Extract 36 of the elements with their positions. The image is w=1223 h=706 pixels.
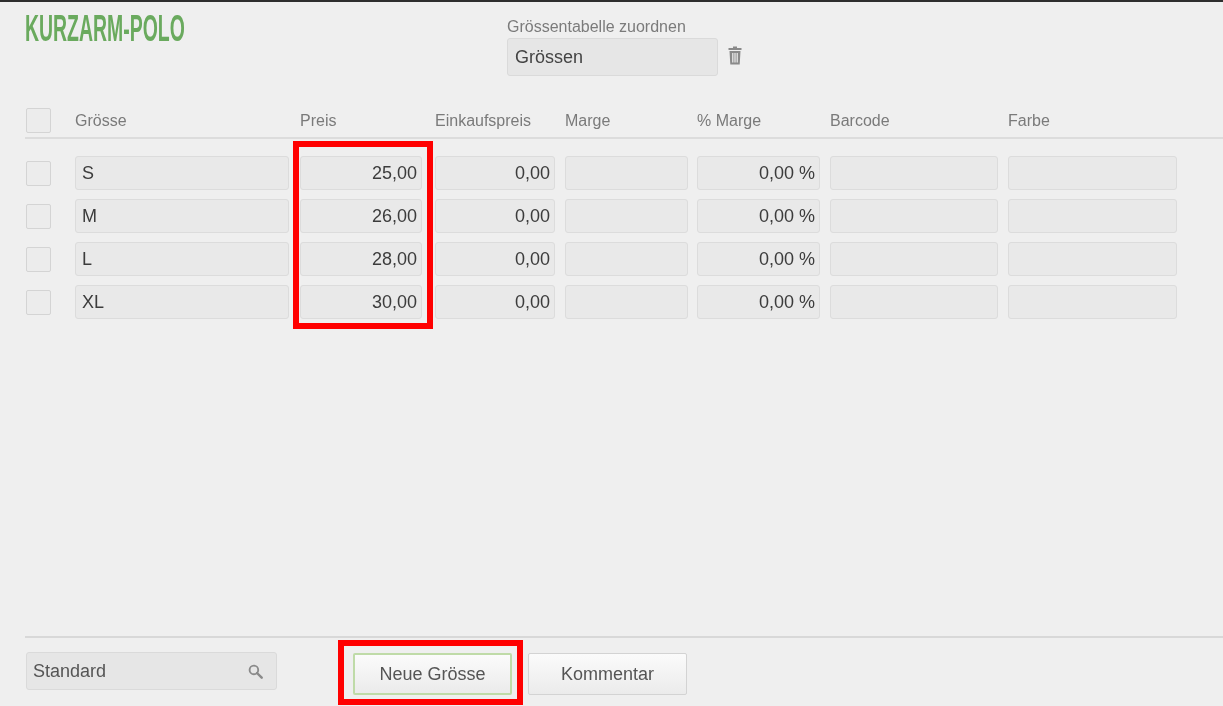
- input-field[interactable]: 0,00 %: [697, 199, 820, 233]
- checkbox[interactable]: [26, 160, 51, 186]
- column-header: % Marge: [697, 111, 762, 130]
- search-field[interactable]: Standard: [26, 652, 277, 690]
- column-header: Marge: [565, 111, 611, 130]
- input-field[interactable]: 0,00: [435, 242, 555, 276]
- column-header: Preis: [300, 111, 337, 130]
- input-field[interactable]: M: [75, 199, 289, 233]
- input-field[interactable]: 25,00: [300, 156, 422, 190]
- input-field[interactable]: L: [75, 242, 289, 276]
- input-field[interactable]: 0,00: [435, 199, 555, 233]
- checkbox[interactable]: [26, 246, 51, 272]
- size-table-label: Grössentabelle zuordnen: [507, 17, 686, 37]
- input-field[interactable]: 28,00: [300, 242, 422, 276]
- checkbox[interactable]: [26, 203, 51, 229]
- trash-icon[interactable]: [728, 46, 742, 65]
- input-field[interactable]: XL: [75, 285, 289, 319]
- action-button[interactable]: Kommentar: [528, 653, 687, 695]
- column-header: Barcode: [830, 111, 890, 130]
- checkbox[interactable]: [26, 289, 51, 315]
- column-header: Farbe: [1008, 111, 1050, 130]
- input-field[interactable]: 0,00: [435, 156, 555, 190]
- action-button[interactable]: Neue Grösse: [353, 653, 512, 695]
- input-field[interactable]: 0,00 %: [697, 242, 820, 276]
- search-icon: [248, 663, 263, 679]
- input-field[interactable]: 0,00 %: [697, 156, 820, 190]
- input-field[interactable]: 0,00: [435, 285, 555, 319]
- column-header: Grösse: [75, 111, 127, 130]
- input-field[interactable]: S: [75, 156, 289, 190]
- input-field[interactable]: 30,00: [300, 285, 422, 319]
- product-title: KURZARM-POLO: [25, 11, 185, 47]
- checkbox[interactable]: [26, 108, 51, 133]
- size-table-field[interactable]: Grössen: [507, 38, 718, 76]
- column-header: Einkaufspreis: [435, 111, 532, 130]
- input-field[interactable]: 26,00: [300, 199, 422, 233]
- input-field[interactable]: 0,00 %: [697, 285, 820, 319]
